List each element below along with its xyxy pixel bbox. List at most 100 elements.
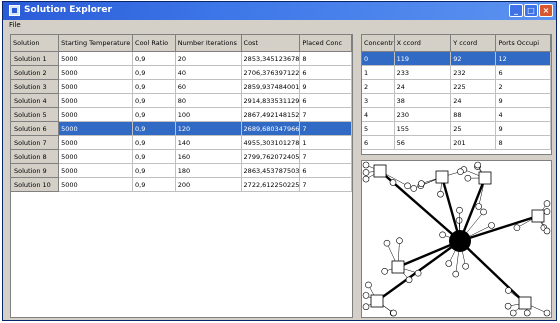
- ports-occupied-cell[interactable]: 12: [495, 51, 551, 66]
- placed-conc-cell[interactable]: 1: [299, 135, 352, 150]
- number-iterations-cell[interactable]: 100: [175, 107, 242, 122]
- cool-ratio-cell[interactable]: 0,9: [132, 135, 176, 150]
- solution-name-cell[interactable]: Solution 10: [11, 177, 60, 192]
- x-coord-cell[interactable]: 233: [394, 65, 452, 80]
- concentrator-row[interactable]: 2 24 225 2: [362, 79, 551, 94]
- starting-temperature-cell[interactable]: 5000: [58, 163, 134, 178]
- col-header-ports-occupied[interactable]: Ports Occupi: [495, 35, 551, 52]
- solutions-grid[interactable]: Solution Starting Temperature Cool Ratio…: [10, 34, 353, 318]
- col-header-number-iterations[interactable]: Number Iterations: [175, 35, 242, 52]
- minimize-button[interactable]: _: [509, 4, 523, 17]
- placed-conc-cell[interactable]: 7: [299, 121, 352, 136]
- concentrator-id-cell[interactable]: 2: [362, 79, 395, 94]
- title-bar[interactable]: Solution Explorer _ □ ×: [3, 2, 556, 20]
- solution-name-cell[interactable]: Solution 5: [11, 107, 60, 122]
- cool-ratio-cell[interactable]: 0,9: [132, 121, 176, 136]
- concentrator-id-cell[interactable]: 3: [362, 93, 395, 108]
- number-iterations-cell[interactable]: 60: [175, 79, 242, 94]
- x-coord-cell[interactable]: 38: [394, 93, 452, 108]
- concentrator-id-cell[interactable]: 6: [362, 135, 395, 150]
- menu-file[interactable]: File: [9, 21, 21, 29]
- solution-row[interactable]: Solution 4 5000 0,9 80 2914,833531129 6: [11, 93, 352, 108]
- cost-cell[interactable]: 2863,453787503: [241, 163, 301, 178]
- ports-occupied-cell[interactable]: 8: [495, 135, 551, 150]
- solution-name-cell[interactable]: Solution 4: [11, 93, 60, 108]
- solution-row[interactable]: Solution 1 5000 0,9 20 2853,345123678 8: [11, 51, 352, 66]
- x-coord-cell[interactable]: 24: [394, 79, 452, 94]
- starting-temperature-cell[interactable]: 5000: [58, 135, 134, 150]
- y-coord-cell[interactable]: 92: [450, 51, 497, 66]
- placed-conc-cell[interactable]: 8: [299, 51, 352, 66]
- ports-occupied-cell[interactable]: 4: [495, 107, 551, 122]
- ports-occupied-cell[interactable]: 9: [495, 121, 551, 136]
- y-coord-cell[interactable]: 88: [450, 107, 497, 122]
- solution-name-cell[interactable]: Solution 9: [11, 163, 60, 178]
- solution-name-cell[interactable]: Solution 7: [11, 135, 60, 150]
- solution-row[interactable]: Solution 6 5000 0,9 120 2689,680347966 7: [11, 121, 352, 136]
- cool-ratio-cell[interactable]: 0,9: [132, 79, 176, 94]
- placed-conc-cell[interactable]: 6: [299, 65, 352, 80]
- solution-name-cell[interactable]: Solution 8: [11, 149, 60, 164]
- concentrator-row[interactable]: 3 38 24 9: [362, 93, 551, 108]
- close-button[interactable]: ×: [539, 4, 553, 17]
- concentrator-id-cell[interactable]: 5: [362, 121, 395, 136]
- col-header-solution[interactable]: Solution: [11, 35, 60, 52]
- y-coord-cell[interactable]: 201: [450, 135, 497, 150]
- ports-occupied-cell[interactable]: 2: [495, 79, 551, 94]
- number-iterations-cell[interactable]: 160: [175, 149, 242, 164]
- solution-row[interactable]: Solution 8 5000 0,9 160 2799,762072405 7: [11, 149, 352, 164]
- starting-temperature-cell[interactable]: 5000: [58, 93, 134, 108]
- starting-temperature-cell[interactable]: 5000: [58, 51, 134, 66]
- number-iterations-cell[interactable]: 40: [175, 65, 242, 80]
- col-header-cost[interactable]: Cost: [241, 35, 301, 52]
- ports-occupied-cell[interactable]: 6: [495, 65, 551, 80]
- y-coord-cell[interactable]: 225: [450, 79, 497, 94]
- y-coord-cell[interactable]: 24: [450, 93, 497, 108]
- x-coord-cell[interactable]: 119: [394, 51, 452, 66]
- cool-ratio-cell[interactable]: 0,9: [132, 65, 176, 80]
- solution-name-cell[interactable]: Solution 3: [11, 79, 60, 94]
- col-header-x-coord[interactable]: X ccord: [394, 35, 452, 52]
- cost-cell[interactable]: 4955,303101278: [241, 135, 301, 150]
- solution-row[interactable]: Solution 2 5000 0,9 40 2706,376397122 6: [11, 65, 352, 80]
- col-header-concentrator[interactable]: Concentr: [362, 35, 395, 52]
- col-header-placed-conc[interactable]: Placed Conc: [299, 35, 352, 52]
- maximize-button[interactable]: □: [524, 4, 538, 17]
- cost-cell[interactable]: 2799,762072405: [241, 149, 301, 164]
- placed-conc-cell[interactable]: 9: [299, 79, 352, 94]
- col-header-starting-temperature[interactable]: Starting Temperature: [58, 35, 134, 52]
- cost-cell[interactable]: 2867,492148152: [241, 107, 301, 122]
- concentrator-row[interactable]: 4 230 88 4: [362, 107, 551, 122]
- placed-conc-cell[interactable]: 6: [299, 163, 352, 178]
- placed-conc-cell[interactable]: 7: [299, 177, 352, 192]
- solution-row[interactable]: Solution 5 5000 0,9 100 2867,492148152 7: [11, 107, 352, 122]
- solution-name-cell[interactable]: Solution 6: [11, 121, 60, 136]
- number-iterations-cell[interactable]: 80: [175, 93, 242, 108]
- starting-temperature-cell[interactable]: 5000: [58, 177, 134, 192]
- ports-occupied-cell[interactable]: 9: [495, 93, 551, 108]
- cool-ratio-cell[interactable]: 0,9: [132, 51, 176, 66]
- concentrator-id-cell[interactable]: 4: [362, 107, 395, 122]
- solution-name-cell[interactable]: Solution 1: [11, 51, 60, 66]
- number-iterations-cell[interactable]: 20: [175, 51, 242, 66]
- col-header-y-coord[interactable]: Y ccord: [450, 35, 497, 52]
- cool-ratio-cell[interactable]: 0,9: [132, 149, 176, 164]
- number-iterations-cell[interactable]: 120: [175, 121, 242, 136]
- solution-name-cell[interactable]: Solution 2: [11, 65, 60, 80]
- concentrator-row[interactable]: 5 155 25 9: [362, 121, 551, 136]
- placed-conc-cell[interactable]: 7: [299, 107, 352, 122]
- solution-row[interactable]: Solution 9 5000 0,9 180 2863,453787503 6: [11, 163, 352, 178]
- concentrator-row[interactable]: 1 233 232 6: [362, 65, 551, 80]
- number-iterations-cell[interactable]: 200: [175, 177, 242, 192]
- concentrator-row[interactable]: 6 56 201 8: [362, 135, 551, 150]
- cost-cell[interactable]: 2722,612250225: [241, 177, 301, 192]
- concentrator-id-cell[interactable]: 1: [362, 65, 395, 80]
- solution-row[interactable]: Solution 10 5000 0,9 200 2722,612250225 7: [11, 177, 352, 192]
- number-iterations-cell[interactable]: 180: [175, 163, 242, 178]
- cost-cell[interactable]: 2914,833531129: [241, 93, 301, 108]
- cost-cell[interactable]: 2853,345123678: [241, 51, 301, 66]
- col-header-cool-ratio[interactable]: Cool Ratio: [132, 35, 176, 52]
- concentrators-grid[interactable]: Concentr X ccord Y ccord Ports Occupi 01…: [361, 34, 552, 155]
- number-iterations-cell[interactable]: 140: [175, 135, 242, 150]
- concentrator-row[interactable]: 0 119 92 12: [362, 51, 551, 66]
